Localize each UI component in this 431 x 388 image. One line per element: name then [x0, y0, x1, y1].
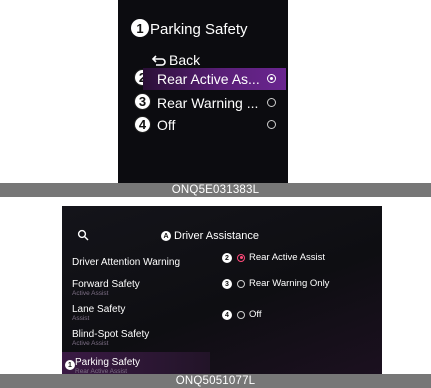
menu-item-label: Blind-Spot Safety — [72, 329, 150, 340]
option-rear-warning[interactable]: Rear Warning ... — [143, 92, 286, 114]
menu-item-forward-safety[interactable]: Forward Safety Active Assist — [72, 279, 140, 297]
option-rear-active-assist[interactable]: Rear Active Assist — [237, 252, 325, 263]
menu-item-parking-safety[interactable]: Parking Safety Rear Active Assist — [75, 357, 140, 375]
menu-item-driver-attention[interactable]: Driver Attention Warning — [72, 257, 180, 268]
option-label: Off — [157, 117, 176, 133]
option-off[interactable]: Off — [237, 309, 262, 320]
option-label: Rear Active As... — [157, 71, 260, 87]
menu-item-label: Forward Safety — [72, 279, 140, 290]
back-label: Back — [169, 52, 201, 68]
radio-selected-icon — [267, 74, 276, 83]
menu-item-lane-safety[interactable]: Lane Safety Assist — [72, 304, 125, 322]
option-rear-active-assist[interactable]: Rear Active As... — [143, 68, 286, 90]
radio-unselected-icon — [237, 310, 245, 319]
menu-item-label: Lane Safety — [72, 304, 126, 315]
radio-unselected-icon — [237, 279, 245, 288]
radio-unselected-icon — [267, 120, 276, 129]
search-icon[interactable] — [77, 229, 89, 241]
figure-caption: ONQ5E031383L — [0, 183, 431, 197]
menu-item-sub: Assist — [72, 315, 90, 322]
radio-unselected-icon — [267, 98, 276, 107]
option-label: Rear Warning ... — [157, 95, 259, 111]
callout-a: A — [161, 231, 171, 241]
callout-4-bottom: 4 — [222, 310, 232, 320]
menu-title: Driver Assistance — [174, 230, 259, 242]
page-title: Parking Safety — [150, 21, 248, 38]
option-label: Rear Warning Only — [249, 278, 330, 289]
menu-item-label: Driver Attention Warning — [72, 257, 181, 268]
option-label: Off — [249, 309, 262, 320]
menu-item-sub: Active Assist — [72, 290, 109, 297]
figure-caption: ONQ5051077L — [0, 374, 431, 388]
callout-1: 1 — [131, 19, 149, 37]
option-off[interactable]: Off — [143, 114, 286, 136]
option-label: Rear Active Assist — [249, 252, 326, 263]
callout-1-bottom: 1 — [65, 360, 75, 370]
menu-item-blind-spot-safety[interactable]: Blind-Spot Safety Active Assist — [72, 329, 149, 347]
menu-item-label: Parking Safety — [75, 357, 141, 368]
option-rear-warning-only[interactable]: Rear Warning Only — [237, 278, 329, 289]
back-arrow-icon — [151, 55, 166, 66]
callout-3-bottom: 3 — [222, 279, 232, 289]
back-button[interactable]: Back — [151, 52, 200, 68]
callout-2-bottom: 2 — [222, 253, 232, 263]
menu-item-sub: Active Assist — [72, 340, 109, 347]
radio-selected-icon — [237, 253, 245, 262]
